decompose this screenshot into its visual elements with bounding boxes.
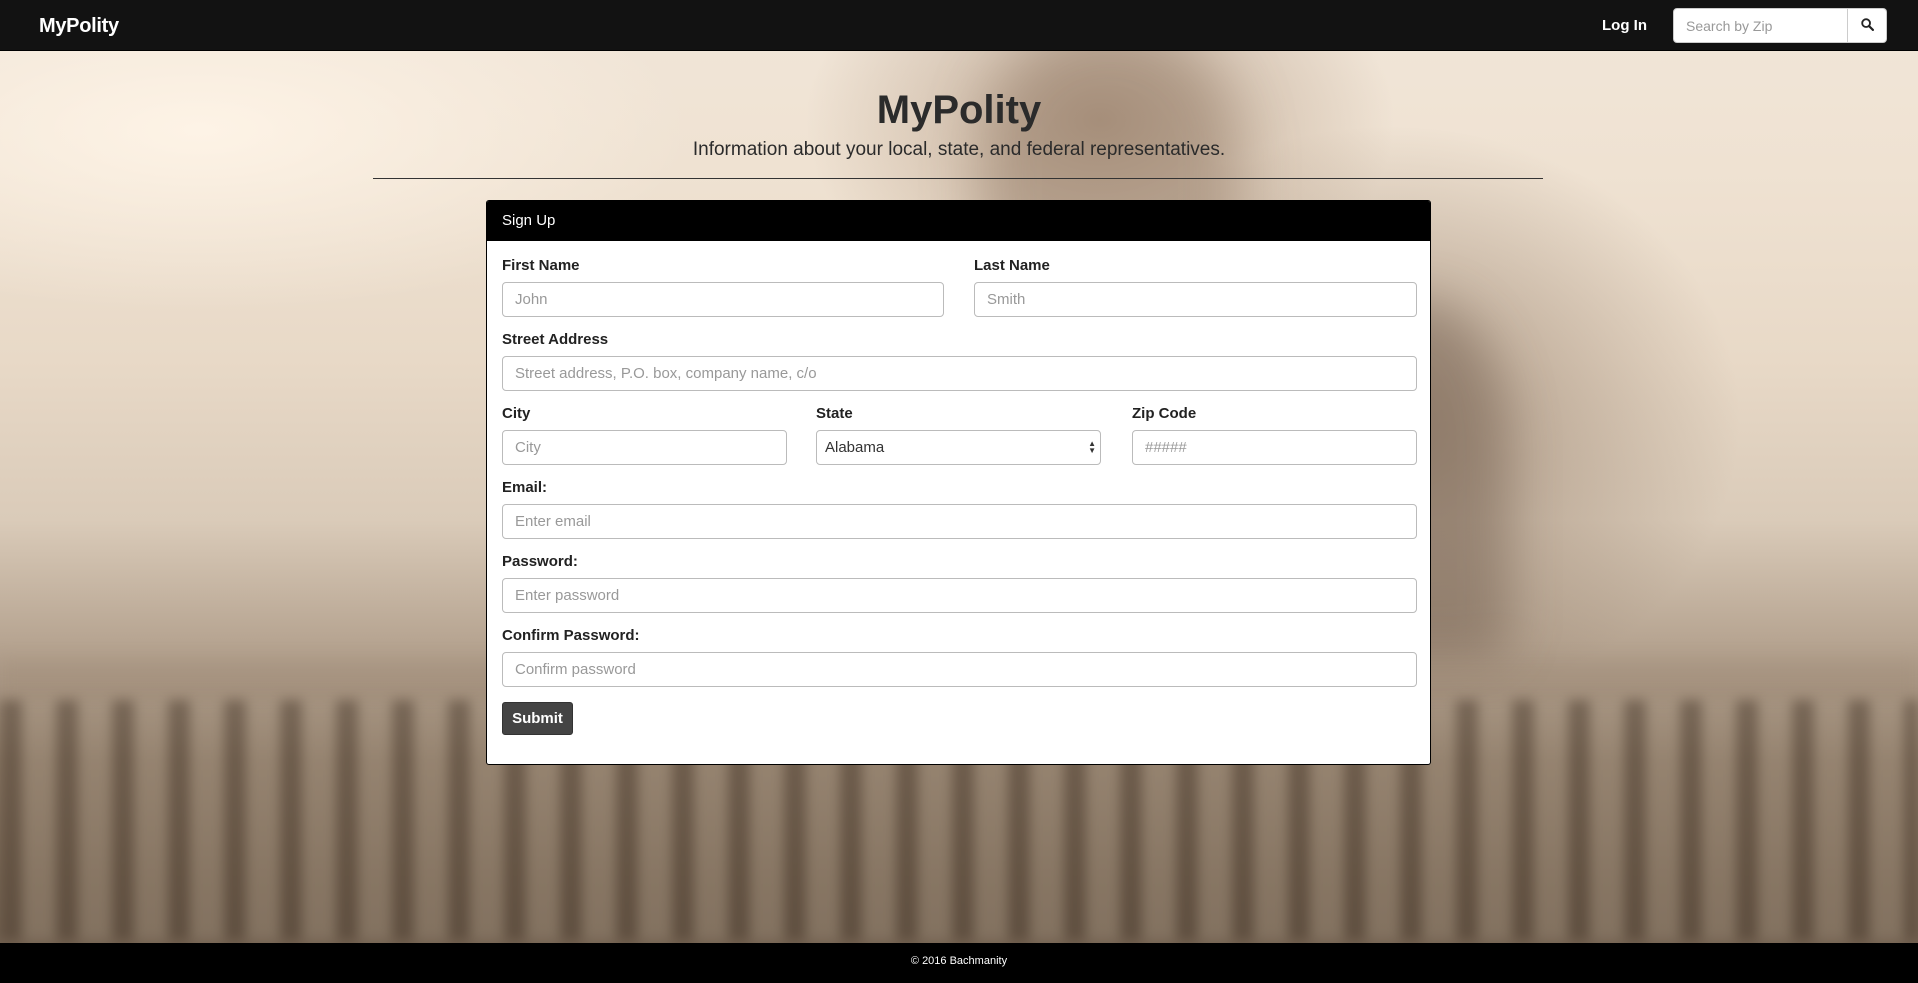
zip-search-form xyxy=(1673,8,1887,43)
brand-link[interactable]: MyPolity xyxy=(39,14,119,38)
zip-search-button[interactable] xyxy=(1848,8,1887,43)
confirm-password-label: Confirm Password: xyxy=(502,627,640,644)
submit-button[interactable]: Submit xyxy=(502,702,573,735)
password-field[interactable] xyxy=(502,578,1417,613)
street-address-field[interactable] xyxy=(502,356,1417,391)
signup-form: First Name Last Name Street Address City… xyxy=(487,241,1430,765)
zip-code-field[interactable] xyxy=(1132,430,1417,465)
footer-copyright: © 2016 Bachmanity xyxy=(910,955,1008,967)
first-name-group: First Name xyxy=(502,257,944,317)
state-select-wrapper: Alabama ▲ ▼ xyxy=(816,430,1101,465)
last-name-group: Last Name xyxy=(974,257,1417,317)
zip-search-input[interactable] xyxy=(1673,8,1848,43)
email-field[interactable] xyxy=(502,504,1417,539)
street-address-group: Street Address xyxy=(502,331,1417,391)
city-group: City xyxy=(502,405,787,465)
last-name-label: Last Name xyxy=(974,257,1050,274)
login-link[interactable]: Log In xyxy=(1602,16,1647,36)
state-group: State Alabama ▲ ▼ xyxy=(816,405,1101,465)
state-select[interactable]: Alabama xyxy=(816,430,1101,465)
first-name-field[interactable] xyxy=(502,282,944,317)
zip-code-group: Zip Code xyxy=(1132,405,1417,465)
first-name-label: First Name xyxy=(502,257,580,274)
signup-panel-heading: Sign Up xyxy=(487,201,1430,241)
street-address-label: Street Address xyxy=(502,331,609,348)
confirm-password-group: Confirm Password: xyxy=(502,627,1417,687)
last-name-field[interactable] xyxy=(974,282,1417,317)
page-subtitle: Information about your local, state, and… xyxy=(692,139,1226,160)
top-navbar: MyPolity Log In xyxy=(0,0,1918,51)
signup-panel: Sign Up First Name Last Name Street Addr… xyxy=(486,200,1431,765)
password-group: Password: xyxy=(502,553,1417,613)
city-field[interactable] xyxy=(502,430,787,465)
page-title: MyPolity xyxy=(876,88,1042,132)
password-label: Password: xyxy=(502,553,578,570)
email-group: Email: xyxy=(502,479,1417,539)
state-label: State xyxy=(816,405,853,422)
email-label: Email: xyxy=(502,479,548,496)
confirm-password-field[interactable] xyxy=(502,652,1417,687)
city-label: City xyxy=(502,405,531,422)
page-footer: © 2016 Bachmanity xyxy=(0,943,1918,983)
search-icon xyxy=(1860,17,1874,34)
zip-code-label: Zip Code xyxy=(1132,405,1197,422)
header-divider xyxy=(373,178,1543,179)
